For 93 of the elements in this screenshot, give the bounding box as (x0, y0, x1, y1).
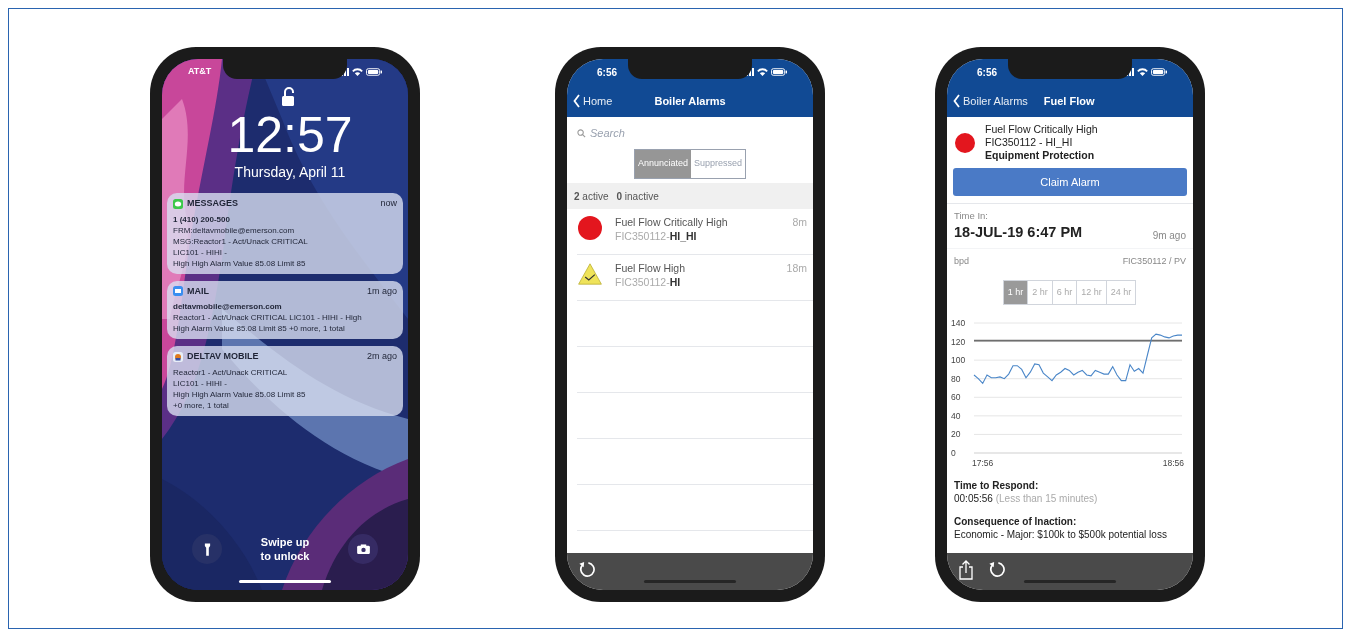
wifi-icon (1137, 68, 1148, 76)
battery-icon (1151, 68, 1167, 76)
alarm-tag: FIC350112 - HI_HI (985, 136, 1098, 149)
status-count: 0 inactive (616, 189, 659, 204)
axis-tick-label: 40 (951, 411, 961, 422)
range-tab[interactable]: 24 hr (1105, 280, 1137, 306)
circle-icon (955, 132, 975, 153)
time-in-value: 18-JUL-19 6:47 PM (954, 223, 1083, 242)
notification-text: +0 more, 1 total (173, 399, 230, 411)
back-button[interactable]: Boiler Alarms (953, 92, 1028, 110)
battery-icon (366, 68, 382, 76)
axis-tick-label: 0 (951, 448, 956, 459)
chevron-left-icon (953, 94, 961, 108)
app-name: MESSAGES (187, 197, 238, 210)
app-name: MAIL (187, 284, 209, 298)
app-icon (173, 351, 183, 362)
screen-title: Fuel Flow (1043, 93, 1095, 109)
notification-card[interactable]: MAIL 1m ago deltavmobile@emerson.com Reactor1 - Act/Unack CRITICAL LIC101 - HIHI - High High Alarm Value 85.08 Limit 85 +0 more, 1 total (167, 280, 403, 339)
field-label: Time In: (954, 210, 989, 222)
padlock-icon (282, 87, 296, 106)
range-tab[interactable]: 12 hr (1076, 280, 1107, 306)
flashlight-icon (203, 542, 211, 556)
detail-value: Economic - Major: $100k to $500k potential loss (954, 529, 1167, 541)
notification-title: 1 (410) 200-500 (173, 213, 231, 225)
share-icon[interactable] (958, 559, 974, 580)
circle-icon (578, 216, 602, 240)
range-tab[interactable]: 1 hr (1002, 280, 1029, 306)
notification-card[interactable]: MESSAGES now 1 (410) 200-500 FRM:deltavmobile@emerson.com MSG:Reactor1 - Act/Unack CRITICAL LIC101 - HIHI - High High Alarm Value 85.08 Limit 85 (167, 193, 403, 274)
carrier-label: AT&T (188, 65, 212, 79)
envelope-icon (173, 286, 183, 297)
lock-date: Thursday, April 11 (234, 163, 346, 182)
chat-bubble-icon (173, 198, 183, 209)
alarm-row[interactable]: Fuel Flow Critically High FIC350112-HI_HI 8m (577, 209, 813, 255)
notification-text: High High Alarm Value 85.08 Limit 85 (173, 388, 307, 400)
notification-text: LIC101 - HIHI - (173, 246, 228, 258)
notification-text: MSG:Reactor1 - Act/Unack CRITICAL (173, 235, 309, 247)
lock-time: 12:57 (227, 110, 353, 160)
claim-alarm-button[interactable]: Claim Alarm (953, 168, 1187, 196)
notification-text: Reactor1 - Act/Unack CRITICAL LIC101 - HIHI - High (173, 312, 363, 323)
alarm-age: 8m (792, 215, 807, 230)
axis-tick-label: 100 (951, 355, 966, 366)
notification-card[interactable]: DELTAV MOBILE 2m ago Reactor1 - Act/Unack CRITICAL LIC101 - HIHI - High High Alarm Value 85.08 Limit 85 +0 more, 1 total (167, 346, 403, 416)
status-count: 2 active (574, 189, 609, 204)
elapsed-time: 9m ago (1152, 228, 1186, 243)
search-icon (577, 128, 586, 138)
wifi-icon (757, 68, 768, 76)
wifi-icon (352, 68, 363, 76)
detail-note: (Less than 15 minutes) (995, 493, 1098, 505)
alarm-tag: FIC350112-HI (615, 275, 686, 289)
range-tab[interactable]: 6 hr (1051, 280, 1078, 306)
notification-text: High Alarm Value 85.08 Limit 85 +0 more, 1 total (173, 323, 346, 334)
alarm-age: 18m (786, 261, 807, 276)
axis-tick-label: 18:56 (1162, 458, 1184, 469)
detail-value: 00:05:56 (954, 493, 993, 505)
back-button[interactable]: Home (573, 92, 613, 110)
axis-tick-label: 120 (951, 336, 966, 347)
axis-tick-label: 17:56 (972, 458, 994, 469)
camera-icon (356, 544, 370, 554)
battery-icon (771, 68, 787, 76)
unlock-hint: Swipe up to unlock (259, 535, 311, 563)
axis-tick-label: 140 (951, 318, 966, 329)
notification-text: High High Alarm Value 85.08 Limit 85 (173, 257, 307, 269)
alarm-row[interactable]: Fuel Flow High FIC350112-HI 18m (577, 255, 813, 301)
notification-time: 2m ago (366, 350, 397, 363)
segment-tab[interactable]: Annunciated (634, 150, 691, 178)
unit-label: bpd (954, 254, 970, 268)
chevron-left-icon (573, 94, 581, 108)
axis-tick-label: 80 (951, 373, 961, 384)
alarm-title: Fuel Flow Critically High (615, 215, 728, 229)
source-label: FIC350112 / PV (1122, 254, 1186, 268)
status-time: 6:56 (597, 65, 617, 80)
refresh-icon[interactable] (578, 561, 595, 578)
notification-text: LIC101 - HIHI - (173, 377, 228, 389)
alarm-category: Equipment Protection (985, 149, 1096, 162)
warning-triangle-icon (578, 262, 602, 286)
axis-tick-label: 20 (951, 429, 961, 440)
screen-title: Boiler Alarms (654, 93, 726, 109)
refresh-icon[interactable] (988, 561, 1005, 578)
notification-time: 1m ago (366, 284, 397, 298)
status-time: 6:56 (977, 65, 997, 80)
app-name: DELTAV MOBILE (187, 350, 259, 363)
detail-label: Consequence of Inaction: (954, 515, 1078, 529)
notification-time: now (380, 197, 397, 210)
search-field[interactable]: Search (567, 117, 813, 149)
notification-title: deltavmobile@emerson.com (173, 301, 283, 312)
axis-tick-label: 60 (951, 392, 961, 403)
notification-text: FRM:deltavmobile@emerson.com (173, 224, 296, 236)
alarm-tag: FIC350112-HI_HI (615, 229, 728, 243)
alarm-title: Fuel Flow Critically High (985, 123, 1098, 136)
notification-text: Reactor1 - Act/Unack CRITICAL (173, 366, 289, 378)
range-tab[interactable]: 2 hr (1027, 280, 1053, 306)
alarm-title: Fuel Flow High (615, 261, 686, 275)
detail-label: Time to Respond: (954, 479, 1040, 493)
